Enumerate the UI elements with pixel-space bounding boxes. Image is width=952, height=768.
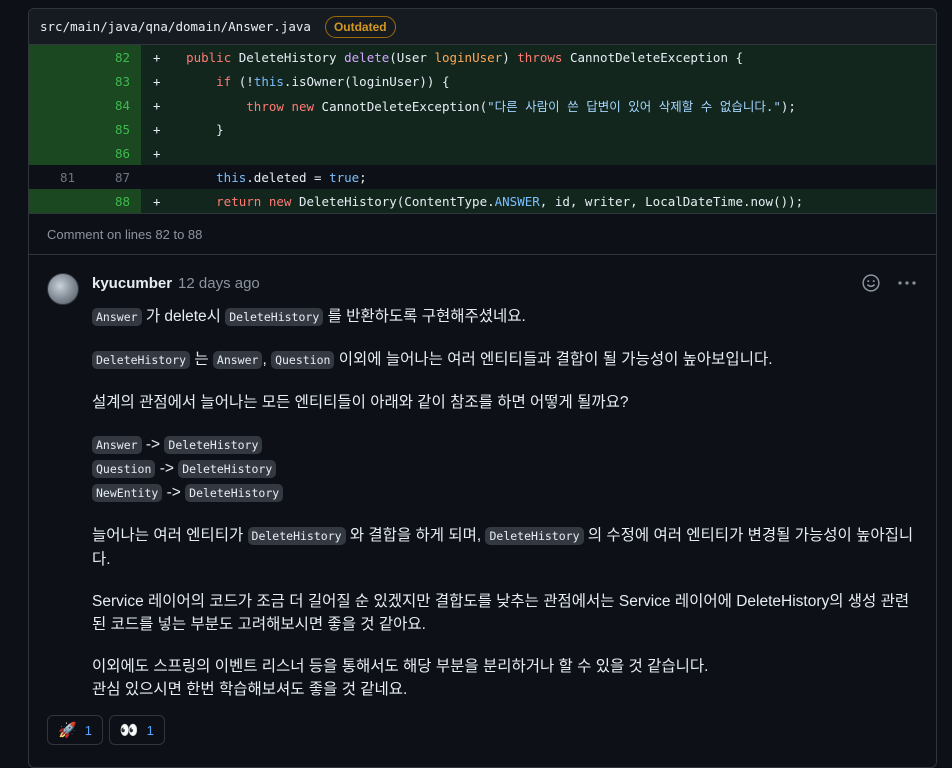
diff-sign: + (153, 121, 161, 137)
paragraph: 늘어나는 여러 엔티티가 DeleteHistory 와 결합을 하게 되며, … (92, 527, 914, 568)
inline-code: Answer (212, 351, 263, 369)
code-line: } (216, 121, 224, 137)
reactions-bar: 🚀 1 👀 1 (47, 715, 916, 745)
inline-code: DeleteHistory (247, 527, 346, 545)
avatar[interactable] (47, 273, 79, 305)
comment-body: Answer 가 delete시 DeleteHistory 를 반환하도록 구… (47, 305, 916, 745)
code-line: this.deleted = true; (216, 169, 367, 185)
new-line-number: 84 (85, 97, 130, 113)
reaction-eyes-button[interactable]: 👀 1 (108, 715, 165, 745)
diff-line[interactable]: 85 + } (29, 117, 936, 141)
diff-line[interactable]: 84 + throw new CannotDeleteException("다른… (29, 93, 936, 117)
smiley-icon[interactable] (860, 272, 882, 294)
paragraph: Service 레이어의 코드가 조금 더 길어질 순 있겠지만 결합도를 낮추… (92, 593, 910, 633)
paragraph: 설계의 관점에서 늘어나는 모든 엔티티들이 아래와 같이 참조를 하면 어떻게… (92, 394, 629, 411)
kebab-icon[interactable] (896, 272, 918, 294)
inline-code: DeleteHistory (485, 527, 584, 545)
reaction-rocket-button[interactable]: 🚀 1 (47, 715, 103, 745)
file-header: src/main/java/qna/domain/Answer.java Out… (29, 9, 936, 45)
review-thread: src/main/java/qna/domain/Answer.java Out… (28, 8, 937, 768)
diff-sign: + (153, 73, 161, 89)
inline-code: NewEntity (92, 484, 163, 502)
diff-sign: + (153, 193, 161, 209)
diff-sign: + (153, 145, 161, 161)
diff-line[interactable]: 88 + return new DeleteHistory(ContentTyp… (29, 189, 936, 213)
diff-line[interactable]: 81 87 this.deleted = true; (29, 165, 936, 189)
new-line-number: 83 (85, 73, 130, 89)
new-line-number: 86 (85, 145, 130, 161)
code-line: throw new CannotDeleteException("다른 사람이 … (246, 98, 796, 114)
new-line-number: 87 (114, 169, 130, 185)
new-line-number: 85 (85, 121, 130, 137)
code-line: public DeleteHistory delete(User loginUs… (186, 49, 744, 65)
timestamp-link[interactable]: 12 days ago (178, 275, 260, 292)
diff-line[interactable]: 83 + if (!this.isOwner(loginUser)) { (29, 69, 936, 93)
review-comment: kyucumber 12 days ago Answer 가 delete시 D… (29, 255, 936, 745)
reference-chain: Answer -> DeleteHistory Question -> Dele… (92, 433, 916, 505)
inline-code: Question (271, 351, 335, 369)
outdated-badge: Outdated (324, 15, 396, 38)
inline-code: DeleteHistory (178, 460, 277, 478)
reaction-count: 1 (84, 722, 92, 738)
chain-row: Answer -> DeleteHistory (92, 433, 916, 457)
comment-actions (860, 272, 918, 294)
diff-hunk: 82 + public DeleteHistory delete(User lo… (29, 45, 936, 213)
new-line-number: 82 (85, 49, 130, 65)
diff-sign: + (153, 49, 161, 65)
inline-code: DeleteHistory (92, 351, 191, 369)
inline-code: DeleteHistory (164, 436, 263, 454)
code-line: return new DeleteHistory(ContentType.ANS… (216, 193, 804, 209)
author-link[interactable]: kyucumber (92, 275, 172, 292)
new-line-number: 88 (85, 193, 130, 209)
reaction-count: 1 (146, 722, 154, 738)
inline-code: DeleteHistory (185, 484, 284, 502)
comment-header: kyucumber 12 days ago (92, 271, 918, 295)
inline-code: DeleteHistory (225, 308, 324, 326)
old-line-number: 81 (59, 169, 75, 185)
inline-code: Answer (92, 308, 142, 326)
chain-row: NewEntity -> DeleteHistory (92, 481, 916, 505)
inline-code: Answer (92, 436, 142, 454)
inline-code: Question (92, 460, 156, 478)
paragraph: Answer 가 delete시 DeleteHistory 를 반환하도록 구… (92, 305, 916, 329)
comment-on-lines: Comment on lines 82 to 88 (29, 213, 936, 255)
diff-line[interactable]: 82 + public DeleteHistory delete(User lo… (29, 45, 936, 69)
file-path[interactable]: src/main/java/qna/domain/Answer.java (40, 19, 311, 34)
eyes-icon: 👀 (119, 721, 139, 739)
paragraph: DeleteHistory 는 Answer, Question 이외에 늘어나… (92, 348, 916, 372)
rocket-icon: 🚀 (58, 721, 77, 739)
diff-sign: + (153, 97, 161, 113)
code-line: if (!this.isOwner(loginUser)) { (216, 73, 450, 89)
diff-line[interactable]: 86 + (29, 141, 936, 165)
chain-row: Question -> DeleteHistory (92, 457, 916, 481)
paragraph: 이외에도 스프링의 이벤트 리스너 등을 통해서도 해당 부분을 분리하거나 할… (92, 658, 709, 698)
